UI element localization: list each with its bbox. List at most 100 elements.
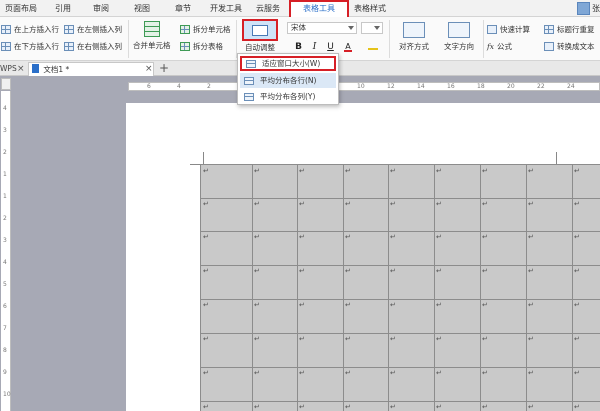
- font-size-select[interactable]: [361, 22, 383, 34]
- tab-page-layout[interactable]: 页面布局: [2, 0, 40, 17]
- table-row-border[interactable]: [201, 198, 600, 199]
- split-cells-button[interactable]: 拆分单元格: [180, 22, 231, 36]
- paragraph-mark: ↵: [299, 167, 305, 175]
- align-button[interactable]: 对齐方式: [393, 19, 435, 55]
- user-area[interactable]: 张: [577, 0, 600, 17]
- paragraph-mark: ↵: [528, 167, 534, 175]
- repeat-header-label: 标题行重复: [557, 24, 595, 34]
- ruler-tick-label: 1: [3, 193, 7, 200]
- paragraph-mark: ↵: [482, 167, 488, 175]
- underline-button[interactable]: U: [325, 41, 336, 53]
- paragraph-mark: ↵: [390, 167, 396, 175]
- tab-document[interactable]: 文档1 *: [28, 62, 154, 76]
- paragraph-mark: ↵: [528, 403, 534, 411]
- table-row-border[interactable]: [201, 299, 600, 300]
- paragraph-mark: ↵: [203, 335, 209, 343]
- paragraph-mark: ↵: [254, 335, 260, 343]
- table-row-border[interactable]: [201, 367, 600, 368]
- tab-developer[interactable]: 开发工具: [206, 0, 246, 17]
- paragraph-mark: ↵: [436, 167, 442, 175]
- ruler-corner[interactable]: [1, 78, 11, 90]
- table-column-border[interactable]: [297, 165, 298, 411]
- highlight-button[interactable]: [366, 41, 380, 53]
- paragraph-mark: ↵: [203, 403, 209, 411]
- close-icon[interactable]: ×: [17, 62, 25, 76]
- split-table-button[interactable]: 拆分表格: [180, 39, 223, 53]
- font-color-button[interactable]: A: [342, 41, 354, 53]
- table-column-border[interactable]: [252, 165, 253, 411]
- paragraph-mark: ↵: [574, 200, 580, 208]
- paragraph-mark: ↵: [203, 301, 209, 309]
- menu-item-fit-window[interactable]: 适应窗口大小(W): [240, 56, 336, 71]
- ruler-tick-label: 22: [537, 83, 545, 90]
- avatar[interactable]: [577, 2, 590, 15]
- insert-col-right-button[interactable]: 在右侧插入列: [64, 39, 122, 53]
- table-column-border[interactable]: [572, 165, 573, 411]
- bold-button[interactable]: B: [293, 41, 304, 53]
- ruler-tick-label: 2: [3, 149, 7, 156]
- highlighter-icon: [368, 41, 378, 50]
- chevron-down-icon: [348, 26, 354, 30]
- ruler-tick-label: 6: [3, 303, 7, 310]
- ribbon-divider: [128, 20, 129, 58]
- vertical-ruler[interactable]: 4 3 2 1 1 2 3 4 5 6 7 8 9 10: [1, 91, 11, 411]
- tab-view[interactable]: 视图: [129, 0, 155, 17]
- paragraph-mark: ↵: [390, 369, 396, 377]
- paragraph-mark: ↵: [254, 233, 260, 241]
- merge-cells-button[interactable]: 合并单元格: [133, 21, 171, 51]
- autofit-icon: [242, 19, 278, 41]
- calculator-icon: [487, 24, 497, 34]
- tab-references[interactable]: 引用: [50, 0, 76, 17]
- menu-item-distribute-rows[interactable]: 平均分布各行(N): [240, 73, 336, 88]
- insert-col-left-button[interactable]: 在左侧插入列: [64, 22, 122, 36]
- new-tab-button[interactable]: +: [159, 61, 169, 76]
- formula-label: 公式: [497, 41, 513, 51]
- paragraph-mark: ↵: [528, 301, 534, 309]
- close-icon[interactable]: ×: [145, 62, 153, 76]
- text-direction-button[interactable]: 文字方向: [438, 19, 480, 55]
- table-column-border[interactable]: [343, 165, 344, 411]
- paragraph-mark: ↵: [482, 335, 488, 343]
- insert-col-right-icon: [64, 41, 74, 51]
- table-row-border[interactable]: [201, 265, 600, 266]
- table-column-border[interactable]: [526, 165, 527, 411]
- ruler-tick-label: 1: [3, 171, 7, 178]
- distribute-columns-icon: [244, 92, 254, 101]
- table-column-border[interactable]: [434, 165, 435, 411]
- paragraph-mark: ↵: [390, 233, 396, 241]
- ruler-tick-label: 5: [3, 281, 7, 288]
- horizontal-ruler[interactable]: 64224681012141618202224: [128, 82, 600, 91]
- paragraph-mark: ↵: [203, 200, 209, 208]
- autofit-button[interactable]: 自动调整: [239, 19, 281, 54]
- quick-calc-button[interactable]: 快速计算: [487, 22, 530, 36]
- paragraph-mark: ↵: [299, 403, 305, 411]
- convert-text-button[interactable]: 转换成文本: [544, 39, 595, 53]
- table-row-border[interactable]: [201, 401, 600, 402]
- paragraph-mark: ↵: [203, 233, 209, 241]
- tab-table-style[interactable]: 表格样式: [350, 0, 390, 17]
- tab-cloud-service[interactable]: 云服务: [253, 0, 283, 17]
- paragraph-mark: ↵: [345, 233, 351, 241]
- paragraph-mark: ↵: [254, 369, 260, 377]
- document-table[interactable]: ↵ ↵ ↵ ↵ ↵ ↵ ↵ ↵ ↵ ↵ ↵ ↵ ↵ ↵ ↵ ↵ ↵ ↵ ↵ ↵ ↵ ↵ ↵ ↵ ↵ ↵ ↵ ↵ ↵ ↵ ↵ ↵ ↵ ↵ ↵ ↵ ↵ ↵ ↵ ↵…: [200, 164, 600, 411]
- menu-item-distribute-columns[interactable]: 平均分布各列(Y): [240, 89, 336, 104]
- font-name-select[interactable]: 宋体: [287, 22, 357, 34]
- formula-button[interactable]: fx 公式: [487, 39, 512, 53]
- paragraph-mark: ↵: [254, 167, 260, 175]
- text-direction-icon: [448, 22, 470, 38]
- paragraph-mark: ↵: [390, 335, 396, 343]
- ruler-tick-label: 6: [147, 83, 151, 90]
- ruler-tick-label: 4: [3, 105, 7, 112]
- paragraph-mark: ↵: [345, 403, 351, 411]
- insert-row-below-button[interactable]: 在下方插入行: [1, 39, 59, 53]
- table-row-border[interactable]: [201, 333, 600, 334]
- table-column-border[interactable]: [388, 165, 389, 411]
- italic-button[interactable]: I: [309, 41, 320, 53]
- repeat-header-button[interactable]: 标题行重复: [544, 22, 595, 36]
- tab-sections[interactable]: 章节: [170, 0, 196, 17]
- tab-review[interactable]: 审阅: [88, 0, 114, 17]
- insert-row-above-button[interactable]: 在上方插入行: [1, 22, 59, 36]
- table-column-border[interactable]: [480, 165, 481, 411]
- paragraph-mark: ↵: [436, 301, 442, 309]
- table-row-border[interactable]: [201, 231, 600, 232]
